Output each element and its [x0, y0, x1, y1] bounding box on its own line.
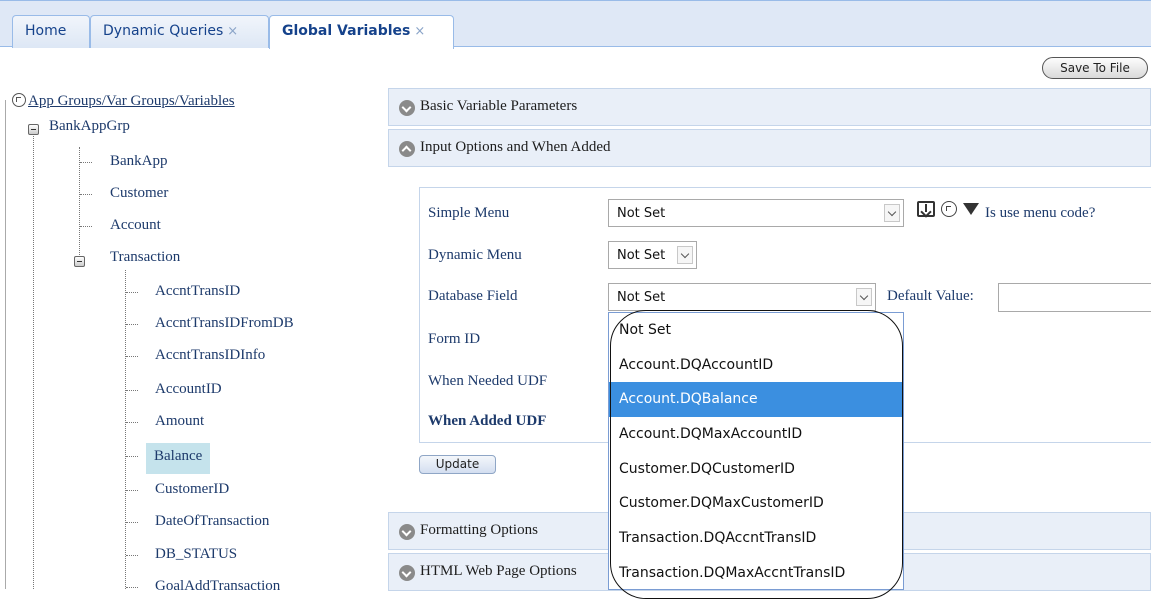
- close-icon[interactable]: ×: [227, 24, 238, 39]
- tree-variable[interactable]: AccntTransID: [155, 280, 240, 302]
- tree-line: [80, 226, 92, 227]
- database-field-label: Database Field: [428, 288, 518, 304]
- database-field-dropdown[interactable]: Not Set Account.DQAccountID Account.DQBa…: [608, 312, 904, 590]
- panel-basic-variable-parameters[interactable]: Basic Variable Parameters: [388, 88, 1151, 126]
- chevron-down-icon: [399, 565, 415, 581]
- menu-code-link[interactable]: Is use menu code?: [985, 205, 1095, 222]
- tree-line: [126, 324, 138, 325]
- download-icon[interactable]: [917, 201, 935, 217]
- tree-variable[interactable]: AccountID: [155, 378, 222, 400]
- chevron-down-icon: [677, 246, 693, 264]
- dropdown-option[interactable]: Customer.DQCustomerID: [609, 452, 903, 487]
- dropdown-option-highlighted[interactable]: Account.DQBalance: [609, 382, 903, 418]
- dropdown-option[interactable]: Transaction.DQAccntTransID: [609, 521, 903, 556]
- simple-menu-label: Simple Menu: [428, 205, 510, 221]
- filter-icon[interactable]: [963, 203, 979, 215]
- tab-bar: Home Dynamic Queries × Global Variables ×: [0, 0, 1151, 49]
- variable-tree: App Groups/Var Groups/Variables BankAppG…: [0, 90, 380, 594]
- tree-root-label[interactable]: App Groups/Var Groups/Variables: [28, 93, 235, 109]
- tree-variable[interactable]: DB_STATUS: [155, 543, 237, 565]
- panel-basic-label: Basic Variable Parameters: [420, 98, 578, 114]
- chevron-down-icon: [856, 288, 872, 306]
- tree-line: [125, 270, 126, 589]
- tree-line: [80, 162, 92, 163]
- panel-input-options[interactable]: Input Options and When Added: [388, 129, 1151, 167]
- when-added-udf-label: When Added UDF: [428, 413, 547, 429]
- tab-global-variables-label: Global Variables: [282, 23, 411, 39]
- database-field-value: Not Set: [617, 290, 666, 305]
- tree-group-bankappgrp[interactable]: BankAppGrp: [49, 115, 130, 137]
- tree-line: [126, 356, 138, 357]
- database-field-select[interactable]: Not Set: [608, 283, 876, 311]
- chevron-down-icon: [884, 204, 900, 222]
- tree-variable[interactable]: Amount: [155, 410, 204, 432]
- tree-item-transaction[interactable]: Transaction: [110, 246, 180, 268]
- tree-item-bankapp[interactable]: BankApp: [110, 150, 168, 172]
- tree-line: [79, 147, 80, 255]
- tree-collapse-icon[interactable]: [74, 256, 85, 267]
- dropdown-option[interactable]: Customer.DQMaxCustomerID: [609, 486, 903, 521]
- default-value-input[interactable]: [998, 283, 1151, 312]
- simple-menu-value: Not Set: [617, 206, 666, 221]
- tree-line: [126, 292, 138, 293]
- when-needed-udf-label: When Needed UDF: [428, 373, 548, 389]
- tree-line: [126, 422, 138, 423]
- tree-variable-selected[interactable]: Balance: [146, 443, 211, 474]
- dynamic-menu-value: Not Set: [617, 248, 666, 263]
- dynamic-menu-select[interactable]: Not Set: [608, 241, 697, 269]
- panel-html-label: HTML Web Page Options: [420, 563, 577, 579]
- tree-item-account[interactable]: Account: [110, 214, 161, 236]
- tab-home[interactable]: Home: [12, 15, 90, 48]
- update-button[interactable]: Update: [419, 455, 496, 474]
- tree-line: [80, 194, 92, 195]
- chevron-up-icon: [399, 141, 415, 157]
- simple-menu-select[interactable]: Not Set: [608, 199, 904, 227]
- tree-variable[interactable]: DateOfTransaction: [155, 510, 269, 532]
- refresh-icon[interactable]: [12, 93, 26, 107]
- tree-line: [126, 587, 138, 588]
- default-value-label: Default Value:: [887, 288, 974, 304]
- tree-line: [126, 490, 138, 491]
- chevron-down-icon: [399, 524, 415, 540]
- tree-variable[interactable]: AccntTransIDInfo: [155, 344, 265, 366]
- tree-item-customer[interactable]: Customer: [110, 182, 168, 204]
- tree-root[interactable]: App Groups/Var Groups/Variables: [12, 90, 235, 112]
- dropdown-option[interactable]: Account.DQMaxAccountID: [609, 417, 903, 452]
- dropdown-option[interactable]: Account.DQAccountID: [609, 348, 903, 383]
- tree-line: [126, 522, 138, 523]
- tab-global-variables[interactable]: Global Variables ×: [269, 15, 454, 49]
- tree-variable[interactable]: AccntTransIDFromDB: [155, 312, 294, 334]
- tree-collapse-icon[interactable]: [28, 124, 39, 135]
- panel-input-label: Input Options and When Added: [420, 139, 611, 155]
- tree-line: [126, 555, 138, 556]
- dynamic-menu-label: Dynamic Menu: [428, 247, 522, 263]
- tab-home-label: Home: [25, 23, 67, 39]
- dropdown-option[interactable]: Transaction.DQMaxAccntTransID: [609, 556, 903, 591]
- panel-formatting-label: Formatting Options: [420, 522, 538, 538]
- tree-variable[interactable]: CustomerID: [155, 478, 229, 500]
- save-to-file-button[interactable]: Save To File: [1042, 57, 1148, 79]
- close-icon[interactable]: ×: [414, 24, 425, 39]
- dropdown-option[interactable]: Not Set: [609, 313, 903, 348]
- tab-dynamic-queries[interactable]: Dynamic Queries ×: [90, 15, 269, 48]
- tree-variable[interactable]: GoalAddTransaction: [155, 575, 280, 597]
- tree-line: [126, 456, 138, 457]
- form-id-label: Form ID: [428, 331, 481, 347]
- tree-line: [33, 136, 34, 589]
- tab-dynamic-queries-label: Dynamic Queries: [103, 23, 224, 39]
- tree-line: [126, 390, 138, 391]
- refresh-icon[interactable]: [941, 201, 957, 217]
- chevron-down-icon: [399, 100, 415, 116]
